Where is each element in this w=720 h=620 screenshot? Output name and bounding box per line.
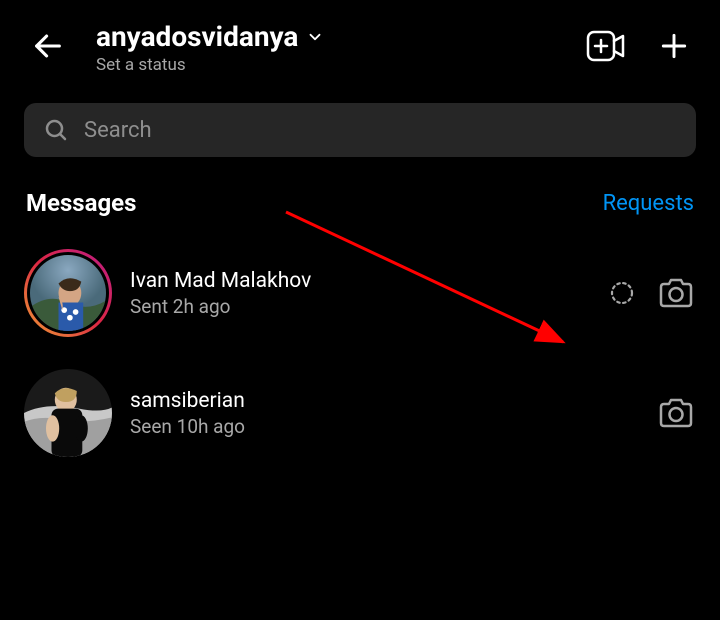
message-name: samsiberian (130, 389, 638, 413)
avatar-wrapper[interactable] (24, 369, 112, 457)
username-label: anyadosvidanya (96, 20, 298, 53)
requests-link[interactable]: Requests (603, 191, 694, 216)
status-prompt[interactable]: Set a status (96, 55, 568, 75)
message-info: Ivan Mad Malakhov Sent 2h ago (130, 269, 590, 318)
section-header: Messages Requests (0, 165, 720, 233)
message-status: Sent 2h ago (130, 295, 590, 318)
camera-button[interactable] (656, 273, 696, 313)
video-plus-icon (586, 29, 626, 63)
message-name: Ivan Mad Malakhov (130, 269, 590, 293)
message-actions (608, 273, 696, 313)
compose-button[interactable] (652, 24, 696, 68)
message-info: samsiberian Seen 10h ago (130, 389, 638, 438)
camera-button[interactable] (656, 393, 696, 433)
chevron-down-icon (306, 28, 324, 46)
dotted-circle-icon (609, 280, 635, 306)
back-button[interactable] (24, 22, 72, 70)
disappearing-message-indicator (608, 279, 636, 307)
search-container: Search (0, 87, 720, 165)
message-actions (656, 393, 696, 433)
avatar (24, 369, 112, 457)
video-call-button[interactable] (584, 24, 628, 68)
message-status: Seen 10h ago (130, 415, 638, 438)
username-dropdown[interactable]: anyadosvidanya (96, 20, 568, 53)
plus-icon (658, 30, 690, 62)
messages-title: Messages (26, 189, 136, 217)
back-arrow-icon (31, 29, 65, 63)
message-item[interactable]: Ivan Mad Malakhov Sent 2h ago (12, 233, 708, 353)
search-placeholder: Search (84, 118, 152, 143)
header-title-area: anyadosvidanya Set a status (88, 16, 568, 75)
message-item[interactable]: samsiberian Seen 10h ago (12, 353, 708, 473)
avatar (30, 255, 106, 331)
search-input[interactable]: Search (24, 103, 696, 157)
header-actions (584, 24, 696, 68)
camera-icon (658, 397, 694, 429)
header: anyadosvidanya Set a status (0, 0, 720, 87)
camera-icon (658, 277, 694, 309)
search-icon (44, 118, 68, 142)
message-list: Ivan Mad Malakhov Sent 2h ago (0, 233, 720, 473)
avatar-story-ring[interactable] (24, 249, 112, 337)
